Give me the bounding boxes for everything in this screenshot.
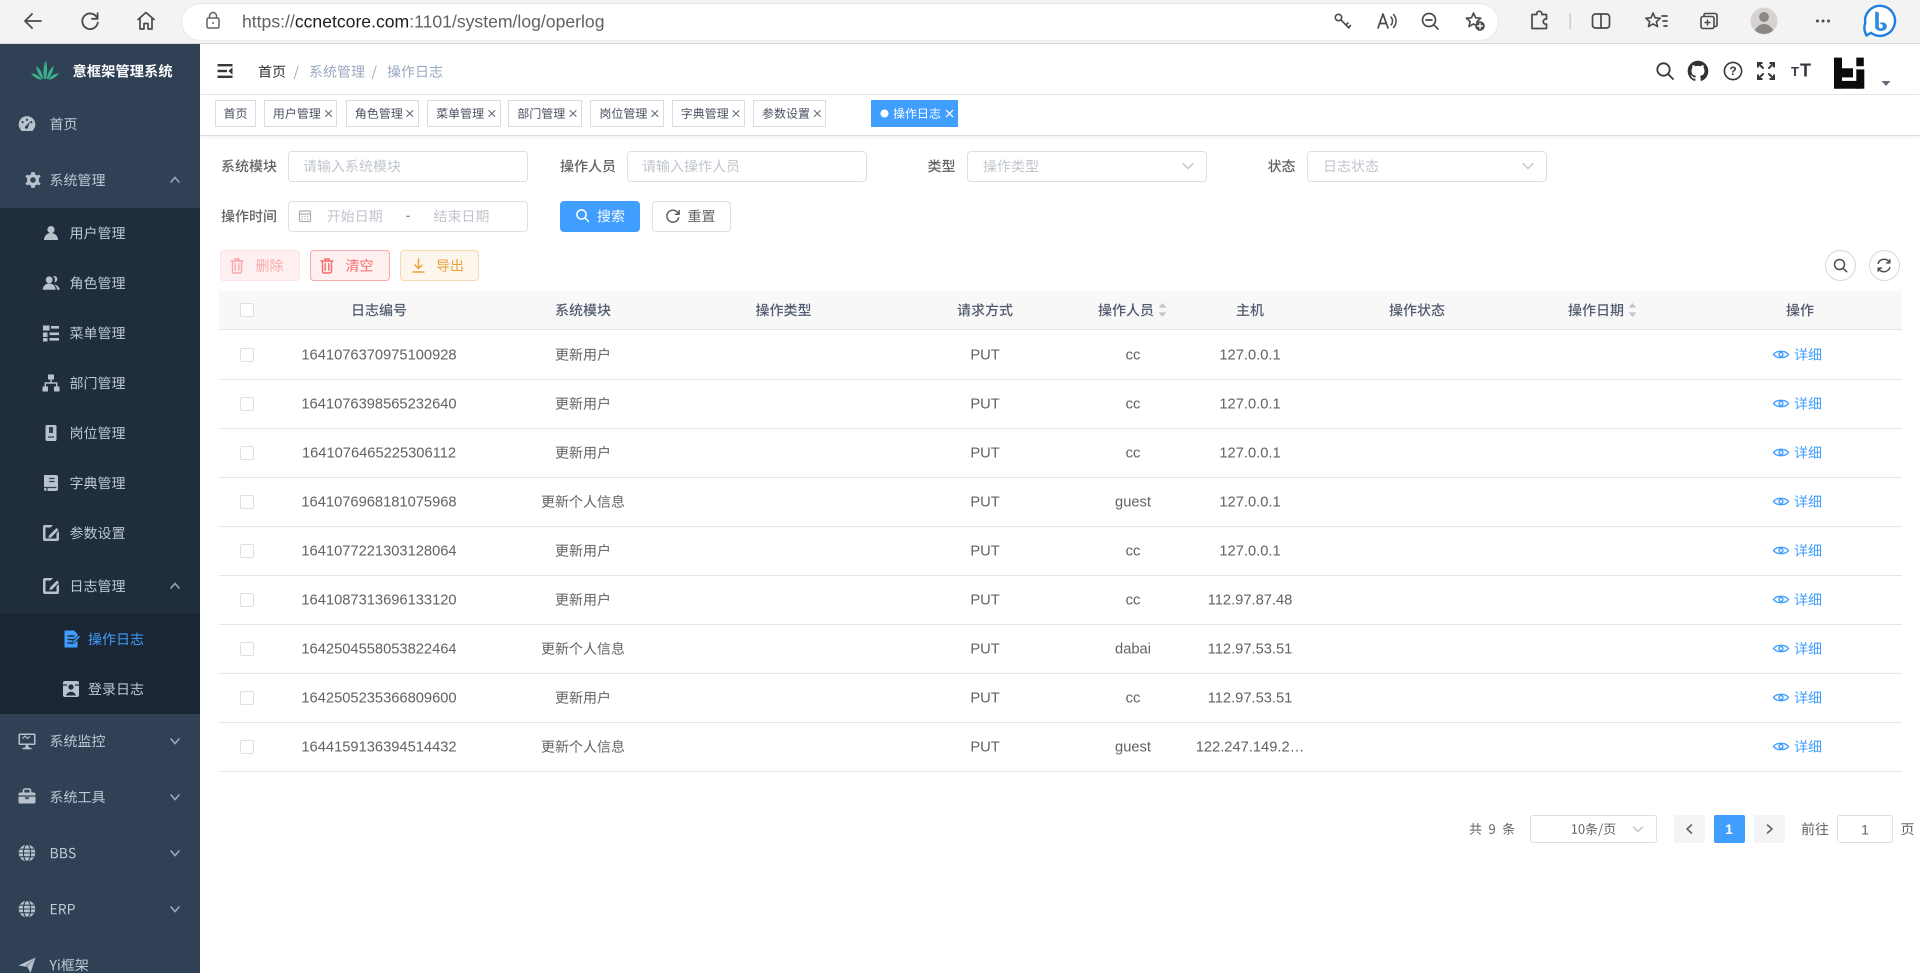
svg-text:127.0.0.1: 127.0.0.1 [1219, 446, 1280, 462]
svg-text:1642505235366809600: 1642505235366809600 [301, 691, 456, 707]
svg-text:PUT: PUT [970, 593, 999, 609]
svg-text:cc: cc [1126, 593, 1141, 609]
svg-text:cc: cc [1126, 691, 1141, 707]
svg-text:127.0.0.1: 127.0.0.1 [1219, 495, 1280, 511]
svg-text:1642504558053822464: 1642504558053822464 [301, 642, 456, 658]
svg-text:guest: guest [1115, 740, 1151, 756]
svg-text:PUT: PUT [970, 691, 999, 707]
svg-text:PUT: PUT [970, 348, 999, 364]
svg-text:PUT: PUT [970, 642, 999, 658]
svg-text:PUT: PUT [970, 495, 999, 511]
svg-text:cc: cc [1126, 544, 1141, 560]
svg-text:cc: cc [1126, 348, 1141, 364]
svg-text:cc: cc [1126, 397, 1141, 413]
svg-text:dabai: dabai [1115, 642, 1151, 658]
svg-text:1: 1 [1861, 821, 1869, 837]
svg-text:112.97.53.51: 112.97.53.51 [1208, 642, 1293, 658]
svg-text:127.0.0.1: 127.0.0.1 [1219, 397, 1280, 413]
svg-text:1641076968181075968: 1641076968181075968 [301, 495, 456, 511]
svg-text:PUT: PUT [970, 544, 999, 560]
svg-text:1641076370975100928: 1641076370975100928 [301, 348, 456, 364]
svg-text:T: T [1800, 61, 1811, 81]
svg-text:guest: guest [1115, 495, 1151, 511]
svg-text:PUT: PUT [970, 446, 999, 462]
svg-text:1641087313696133120: 1641087313696133120 [301, 593, 456, 609]
svg-text:PUT: PUT [970, 740, 999, 756]
svg-text:1641076398565232640: 1641076398565232640 [301, 397, 456, 413]
svg-text:1: 1 [1725, 822, 1733, 837]
svg-text:?: ? [1729, 64, 1736, 78]
svg-text:1644159136394514432: 1644159136394514432 [301, 740, 456, 756]
svg-text:122.247.149.2…: 122.247.149.2… [1196, 740, 1305, 756]
svg-text:1641076465225306112: 1641076465225306112 [302, 446, 456, 462]
svg-text:127.0.0.1: 127.0.0.1 [1219, 348, 1280, 364]
svg-text:127.0.0.1: 127.0.0.1 [1219, 544, 1280, 560]
svg-text:cc: cc [1126, 446, 1141, 462]
svg-text:PUT: PUT [970, 397, 999, 413]
svg-text:112.97.53.51: 112.97.53.51 [1208, 691, 1293, 707]
svg-text:https://ccnetcore.com:1101/sys: https://ccnetcore.com:1101/system/log/op… [242, 12, 605, 32]
svg-text:112.97.87.48: 112.97.87.48 [1208, 593, 1293, 609]
svg-text:T: T [1791, 64, 1799, 79]
svg-text:1641077221303128064: 1641077221303128064 [301, 544, 456, 560]
